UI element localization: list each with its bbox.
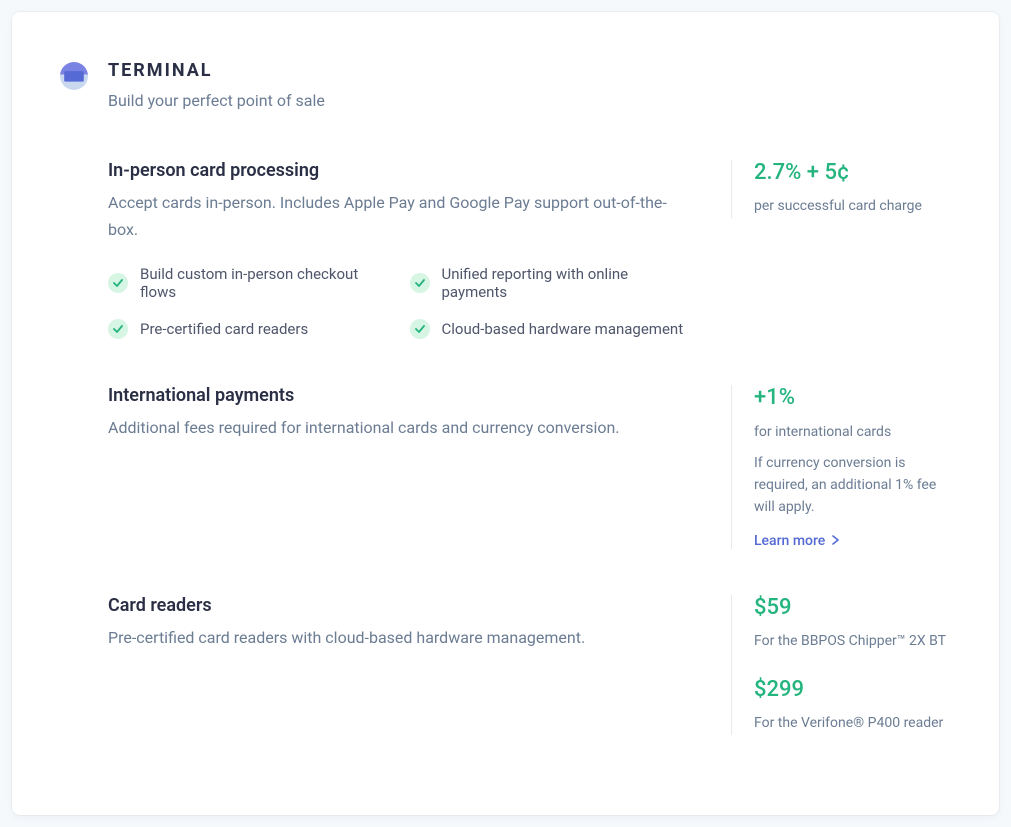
section-processing: In-person card processing Accept cards i… — [108, 138, 951, 363]
feature-item: Cloud-based hardware management — [410, 319, 692, 339]
price-sub: For the BBPOS Chipper™ 2X BT — [754, 631, 951, 653]
section-title: International payments — [108, 385, 691, 406]
section-title: Card readers — [108, 595, 691, 616]
price-value: $299 — [754, 677, 951, 703]
feature-label: Cloud-based hardware management — [442, 320, 684, 338]
section-desc: Additional fees required for internation… — [108, 414, 691, 441]
learn-more-label: Learn more — [754, 533, 825, 549]
price-sub: per successful card charge — [754, 196, 951, 218]
check-icon — [410, 273, 430, 293]
feature-item: Pre-certified card readers — [108, 319, 390, 339]
price-value: $59 — [754, 595, 951, 621]
feature-list: Build custom in-person checkout flows Un… — [108, 265, 691, 339]
section-desc: Accept cards in-person. Includes Apple P… — [108, 189, 691, 243]
check-icon — [410, 319, 430, 339]
price-panel: +1% for international cards If currency … — [731, 385, 951, 548]
feature-label: Pre-certified card readers — [140, 320, 308, 338]
card-title: TERMINAL — [108, 60, 325, 81]
card-subtitle: Build your perfect point of sale — [108, 91, 325, 110]
feature-item: Unified reporting with online payments — [410, 265, 692, 301]
price-sub: for international cards — [754, 422, 951, 444]
section-title: In-person card processing — [108, 160, 691, 181]
feature-item: Build custom in-person checkout flows — [108, 265, 390, 301]
section-desc: Pre-certified card readers with cloud-ba… — [108, 624, 691, 651]
section-readers: Card readers Pre-certified card readers … — [108, 573, 951, 759]
section-international: International payments Additional fees r… — [108, 363, 951, 572]
learn-more-link[interactable]: Learn more — [754, 533, 841, 549]
terminal-icon — [60, 62, 88, 90]
check-icon — [108, 319, 128, 339]
arrow-right-icon — [831, 533, 841, 549]
price-note: If currency conversion is required, an a… — [754, 453, 951, 518]
price-panel: $59 For the BBPOS Chipper™ 2X BT $299 Fo… — [731, 595, 951, 735]
price-sub: For the Verifone® P400 reader — [754, 713, 951, 735]
feature-label: Build custom in-person checkout flows — [140, 265, 390, 301]
card-header: TERMINAL Build your perfect point of sal… — [60, 60, 951, 110]
price-value: +1% — [754, 385, 951, 411]
pricing-card: TERMINAL Build your perfect point of sal… — [12, 12, 999, 815]
check-icon — [108, 273, 128, 293]
price-panel: 2.7% + 5¢ per successful card charge — [731, 160, 951, 218]
feature-label: Unified reporting with online payments — [442, 265, 692, 301]
price-value: 2.7% + 5¢ — [754, 160, 951, 186]
